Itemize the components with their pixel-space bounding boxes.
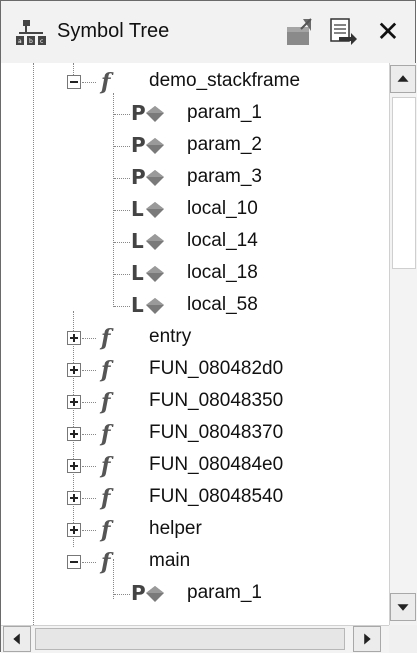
tree-node-label: FUN_080484e0: [149, 454, 284, 475]
tree-node-label: local_14: [187, 230, 258, 251]
scrollbar-corner: [389, 625, 417, 653]
tree-node-label: entry: [149, 326, 192, 347]
tree-node-function[interactable]: f FUN_08048350: [1, 387, 389, 419]
horizontal-scroll-thumb[interactable]: [35, 628, 345, 650]
vertical-scroll-thumb[interactable]: [392, 97, 416, 269]
function-icon: f: [101, 421, 111, 447]
tree-node-label: FUN_08048350: [149, 390, 284, 411]
collapse-toggle-icon[interactable]: [67, 555, 81, 569]
tree-node-label: FUN_08048540: [149, 486, 284, 507]
symbol-tree-icon: a b c: [15, 19, 49, 47]
parameter-icon: P: [131, 581, 167, 607]
tree-node-label: main: [149, 550, 191, 571]
tree-node-label: local_10: [187, 198, 258, 219]
tree-node-label: helper: [149, 518, 202, 539]
parameter-icon: P: [131, 133, 167, 159]
tree-node-label: FUN_080482d0: [149, 358, 284, 379]
tree-node-function[interactable]: f FUN_08048540: [1, 483, 389, 515]
scroll-down-button[interactable]: [390, 593, 416, 621]
expand-toggle-icon[interactable]: [67, 459, 81, 473]
tree-node-function[interactable]: f helper: [1, 515, 389, 547]
tree-node-function[interactable]: f FUN_080484e0: [1, 451, 389, 483]
expand-toggle-icon[interactable]: [67, 363, 81, 377]
function-icon: f: [101, 549, 111, 575]
tree-node-label: FUN_08048370: [149, 422, 284, 443]
tree-node-function[interactable]: f FUN_080482d0: [1, 355, 389, 387]
svg-text:c: c: [40, 38, 43, 45]
parameter-icon: P: [131, 165, 167, 191]
tree-node-local-variable[interactable]: L local_58: [1, 291, 389, 323]
navigate-icon[interactable]: [325, 15, 359, 49]
tree-node-local-variable[interactable]: L local_18: [1, 259, 389, 291]
tree-node-local-variable[interactable]: L local_14: [1, 227, 389, 259]
local-variable-icon: L: [131, 197, 167, 223]
scroll-left-button[interactable]: [3, 626, 31, 652]
title-bar: a b c Symbol Tree ✕: [1, 1, 415, 64]
collapse-toggle-icon[interactable]: [67, 75, 81, 89]
horizontal-scrollbar[interactable]: [1, 625, 389, 653]
local-variable-icon: L: [131, 293, 167, 319]
svg-text:a: a: [18, 38, 22, 45]
tree-node-parameter[interactable]: P param_1: [1, 579, 389, 611]
function-icon: f: [101, 357, 111, 383]
tree-node-label: param_2: [187, 134, 262, 155]
expand-toggle-icon[interactable]: [67, 395, 81, 409]
function-icon: f: [101, 325, 111, 351]
function-icon: f: [101, 517, 111, 543]
function-icon: f: [101, 69, 111, 95]
tree-node-label: local_18: [187, 262, 258, 283]
tree-node-label: param_1: [187, 102, 262, 123]
tree-node-function[interactable]: f FUN_08048370: [1, 419, 389, 451]
symbol-tree[interactable]: f demo_stackframe P param_1 P param_2 P: [1, 63, 389, 625]
svg-text:b: b: [29, 38, 33, 45]
tree-node-label: param_1: [187, 582, 262, 603]
function-icon: f: [101, 389, 111, 415]
expand-toggle-icon[interactable]: [67, 427, 81, 441]
create-namespace-icon[interactable]: [283, 15, 317, 49]
tree-node-parameter[interactable]: P param_3: [1, 163, 389, 195]
symbol-tree-window: a b c Symbol Tree ✕ f demo_stackframe P …: [0, 0, 417, 653]
scroll-up-button[interactable]: [390, 65, 416, 93]
tree-node-parameter[interactable]: P param_2: [1, 131, 389, 163]
expand-toggle-icon[interactable]: [67, 331, 81, 345]
tree-node-function[interactable]: f entry: [1, 323, 389, 355]
local-variable-icon: L: [131, 261, 167, 287]
tree-node-local-variable[interactable]: L local_10: [1, 195, 389, 227]
parameter-icon: P: [131, 101, 167, 127]
scroll-right-button[interactable]: [353, 626, 381, 652]
tree-node-function[interactable]: f main: [1, 547, 389, 579]
tree-node-label: param_3: [187, 166, 262, 187]
panel-title: Symbol Tree: [57, 20, 170, 42]
tree-node-function[interactable]: f demo_stackframe: [1, 67, 389, 99]
local-variable-icon: L: [131, 229, 167, 255]
expand-toggle-icon[interactable]: [67, 491, 81, 505]
expand-toggle-icon[interactable]: [67, 523, 81, 537]
function-icon: f: [101, 453, 111, 479]
tree-node-parameter[interactable]: P param_1: [1, 99, 389, 131]
vertical-scrollbar[interactable]: [389, 63, 417, 625]
tree-node-label: local_58: [187, 294, 258, 315]
function-icon: f: [101, 485, 111, 511]
tree-node-label: demo_stackframe: [149, 70, 301, 91]
close-icon[interactable]: ✕: [373, 17, 403, 47]
